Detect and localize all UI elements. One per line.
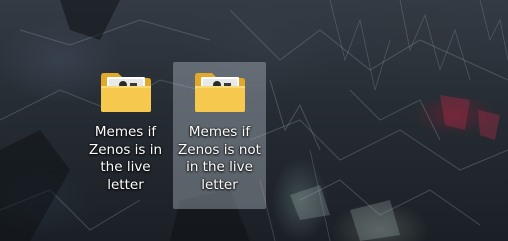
folder-icon <box>193 70 247 114</box>
folder-icon <box>99 70 153 114</box>
desktop-folder-zenos-in[interactable]: Memes if Zenos is in the live letter <box>79 62 172 193</box>
folder-label: Memes if Zenos is in the live letter <box>88 124 163 193</box>
folder-label: Memes if Zenos is not in the live letter <box>178 124 261 193</box>
desktop-folder-zenos-not-in[interactable]: Memes if Zenos is not in the live letter <box>173 62 266 209</box>
